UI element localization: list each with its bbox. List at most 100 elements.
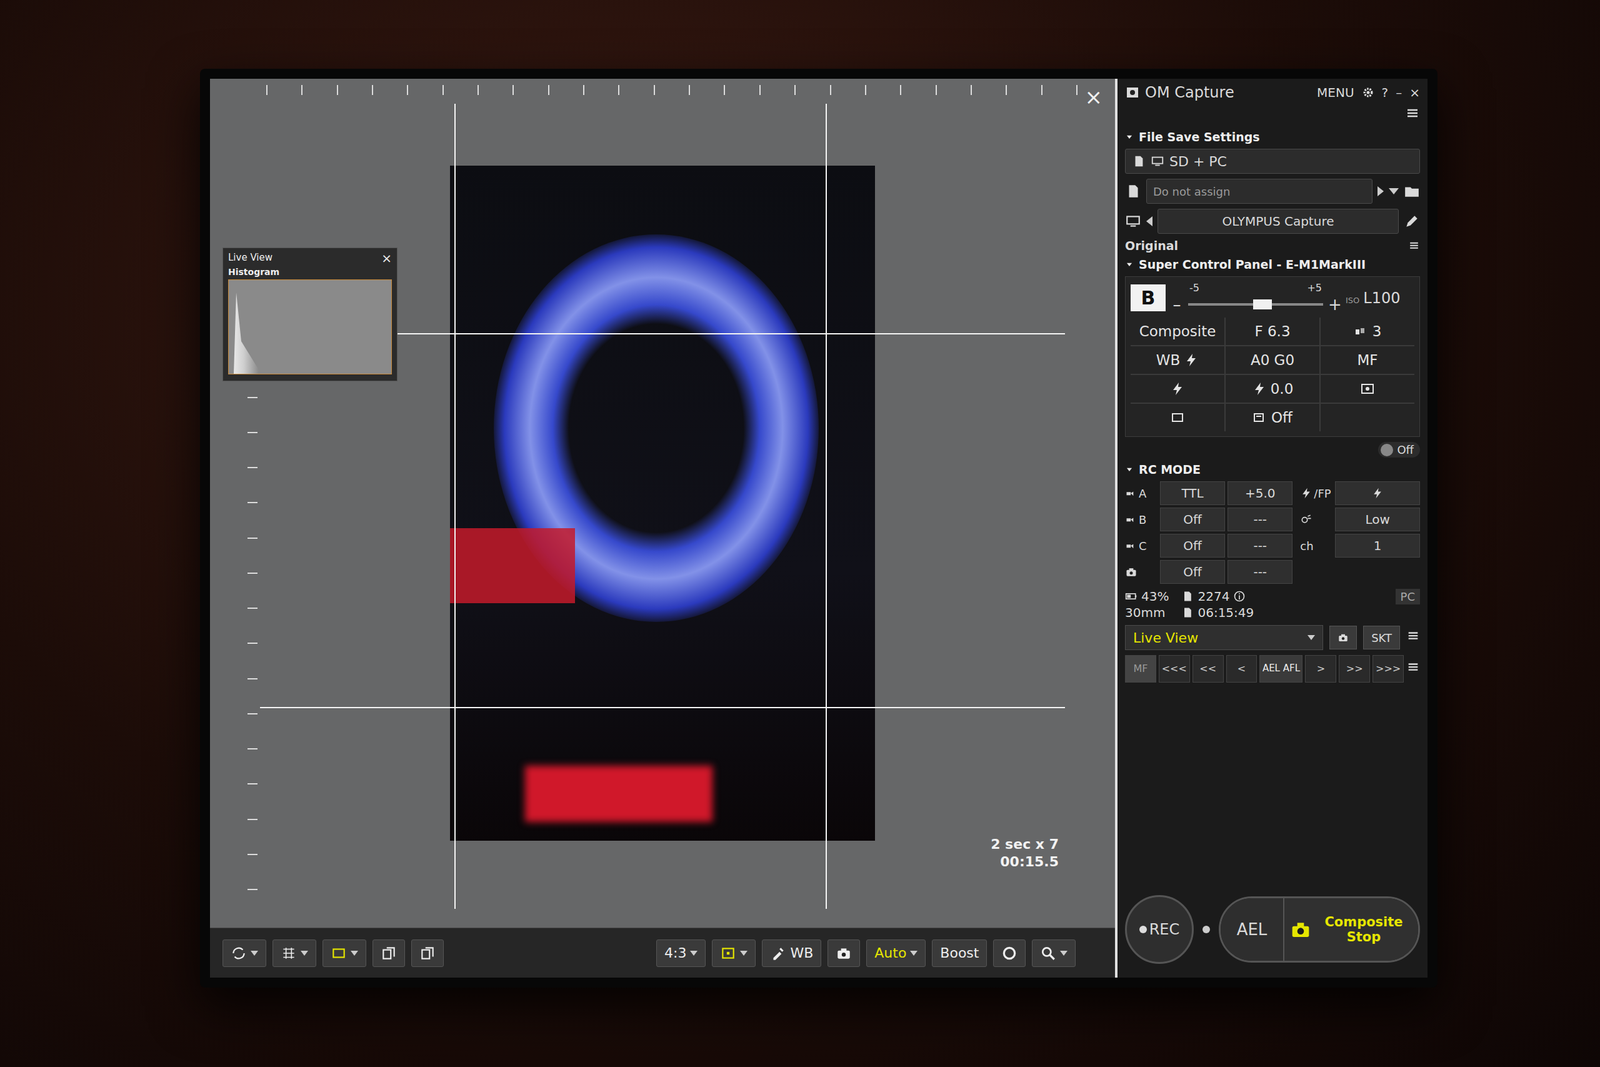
group-icon — [1125, 539, 1138, 552]
slider-thumb[interactable] — [1253, 299, 1272, 310]
live-view-close-button[interactable]: × — [1085, 86, 1104, 108]
setting-cell[interactable] — [1320, 403, 1415, 432]
setting-cell[interactable]: Off — [1225, 403, 1320, 432]
focus-step-button[interactable]: MF — [1125, 655, 1157, 683]
panel-header: OM Capture MENU ?–× — [1125, 83, 1420, 102]
toggle-knob[interactable] — [1380, 443, 1394, 457]
shooting-mode[interactable]: B — [1130, 284, 1166, 312]
card-icon — [1181, 590, 1194, 603]
setting-cell[interactable] — [1130, 403, 1225, 432]
focus-step-button[interactable]: >> — [1338, 655, 1370, 683]
save-destination[interactable]: SD + PC — [1125, 148, 1420, 174]
rotate-icon — [230, 945, 247, 962]
slider-track[interactable] — [1188, 303, 1324, 306]
rc-group-value[interactable]: --- — [1227, 560, 1293, 584]
window-control-button[interactable]: × — [1409, 85, 1420, 100]
ruler-tick — [301, 85, 303, 95]
rc-group-value[interactable]: --- — [1227, 507, 1293, 532]
slider-min: -5 — [1189, 281, 1200, 294]
plus-button[interactable]: + — [1328, 295, 1341, 314]
guide-line[interactable] — [260, 706, 1065, 709]
rc-group-mode[interactable]: Off — [1160, 560, 1225, 584]
setting-cell[interactable]: WB — [1130, 346, 1225, 374]
setting-cell[interactable]: 0.0 — [1225, 375, 1320, 403]
toolbar-button[interactable] — [272, 939, 317, 967]
setting-cell[interactable]: F 6.3 — [1225, 317, 1320, 345]
rc-group-name: C — [1125, 539, 1158, 553]
toolbar-button[interactable] — [411, 939, 444, 967]
rc-setting-name — [1300, 513, 1333, 526]
guide-line[interactable] — [454, 103, 456, 909]
toolbar-button[interactable]: Boost — [931, 939, 987, 967]
rc-group-mode[interactable]: TTL — [1160, 481, 1225, 505]
dropdown-arrow-icon[interactable] — [690, 950, 698, 956]
guide-line[interactable] — [825, 103, 827, 909]
toolbar-button[interactable] — [222, 939, 267, 967]
window-control-button[interactable]: ? — [1381, 85, 1389, 100]
focus-step-button[interactable]: << — [1192, 655, 1224, 683]
setting-cell[interactable]: Composite — [1130, 317, 1225, 345]
pc-badge: PC — [1395, 588, 1420, 605]
rc-setting-value[interactable]: 1 — [1335, 533, 1420, 558]
gear-icon — [1361, 86, 1375, 99]
dropdown-arrow-icon[interactable] — [300, 950, 309, 956]
section-title[interactable]: File Save Settings — [1125, 130, 1420, 144]
toolbar-button[interactable] — [322, 939, 367, 967]
setting-cell[interactable]: MF — [1320, 346, 1415, 374]
rc-setting-value[interactable]: Low — [1335, 507, 1420, 532]
view-select[interactable]: Live View — [1125, 625, 1324, 650]
view-menu[interactable] — [1406, 629, 1420, 647]
rc-group-value[interactable]: --- — [1227, 533, 1293, 558]
window-control-button[interactable]: – — [1395, 85, 1402, 100]
window-controls: MENU ?–× — [1316, 85, 1420, 100]
focus-step-button[interactable]: > — [1305, 655, 1337, 683]
focus-menu[interactable] — [1406, 660, 1420, 678]
rc-group-mode[interactable]: Off — [1160, 507, 1225, 532]
toolbar-button[interactable]: Auto — [866, 939, 926, 967]
ael-button[interactable]: AEL — [1220, 898, 1284, 961]
dropdown-arrow-icon[interactable] — [1307, 635, 1315, 640]
dropdown-arrow-icon[interactable] — [910, 950, 918, 956]
focus-step-button[interactable]: < — [1226, 655, 1258, 683]
setting-cell[interactable] — [1320, 375, 1415, 403]
focus-step-button[interactable]: <<< — [1158, 655, 1190, 683]
histogram-close-button[interactable]: × — [381, 251, 392, 265]
menu-button[interactable]: MENU — [1316, 85, 1355, 100]
rc-group-mode[interactable]: Off — [1160, 533, 1225, 558]
dropdown-arrow-icon[interactable] — [350, 950, 359, 956]
prev-arrow-icon[interactable] — [1146, 216, 1153, 227]
setting-cell[interactable] — [1130, 375, 1225, 403]
toolbar-button[interactable] — [1031, 939, 1076, 967]
dropdown-arrow-icon[interactable] — [1388, 188, 1399, 195]
iso-value[interactable]: ISOL100 — [1345, 289, 1415, 307]
toolbar-button[interactable]: 4:3 — [656, 939, 706, 967]
flash-toggle[interactable]: Off — [1378, 441, 1420, 458]
dropdown-arrow-icon[interactable] — [1060, 950, 1068, 956]
folder-field[interactable]: OLYMPUS Capture — [1157, 208, 1399, 234]
toolbar-button[interactable] — [993, 939, 1026, 967]
rc-group-value[interactable]: +5.0 — [1227, 481, 1293, 505]
ruler-tick — [865, 85, 867, 95]
section-title[interactable]: RC MODE — [1125, 462, 1420, 477]
panel-menu[interactable] — [1405, 106, 1420, 125]
next-arrow-icon[interactable] — [1377, 186, 1384, 197]
rc-setting-value[interactable] — [1335, 481, 1420, 505]
section-title[interactable]: Super Control Panel - E-M1MarkIII — [1125, 257, 1420, 272]
toolbar-button[interactable] — [372, 939, 405, 967]
toolbar-button[interactable] — [827, 939, 860, 967]
toolbar-button[interactable]: WB — [761, 939, 822, 967]
skt-button[interactable]: SKT — [1363, 625, 1400, 650]
focus-step-button[interactable]: AEL AFL — [1259, 655, 1303, 683]
assign-field[interactable]: Do not assign — [1146, 178, 1373, 204]
composite-stop-button[interactable]: Composite Stop — [1283, 898, 1419, 961]
rec-button[interactable]: REC — [1125, 895, 1194, 964]
setting-cell[interactable]: A0 G0 — [1225, 346, 1320, 374]
setting-cell[interactable]: 3 — [1320, 317, 1415, 345]
camera-button[interactable] — [1329, 625, 1357, 650]
minus-button[interactable]: – — [1170, 295, 1184, 314]
toolbar-button[interactable] — [711, 939, 756, 967]
dropdown-arrow-icon[interactable] — [740, 950, 748, 956]
dropdown-arrow-icon[interactable] — [250, 950, 259, 956]
menu-lines-icon — [1408, 240, 1420, 252]
focus-step-button[interactable]: >>> — [1372, 655, 1404, 683]
